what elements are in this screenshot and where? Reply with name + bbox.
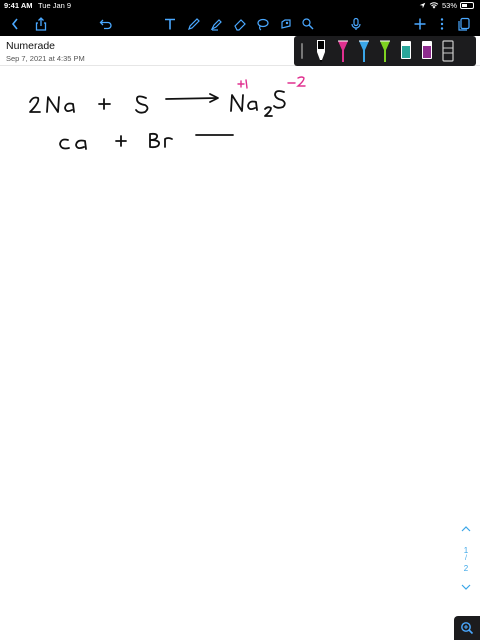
pen-settings-icon[interactable] <box>441 38 455 64</box>
pink-pen-icon[interactable] <box>336 38 350 64</box>
status-date: Tue Jan 9 <box>38 1 72 10</box>
hw-a3 <box>75 139 87 150</box>
toolbar <box>0 12 480 36</box>
hw-S2 <box>273 90 286 109</box>
battery-icon <box>460 2 474 9</box>
status-bar: 9:41 AM Tue Jan 9 53% <box>0 0 480 12</box>
charge-plus-mark <box>237 80 245 88</box>
text-tool-icon[interactable] <box>160 12 180 36</box>
green-pen-icon[interactable] <box>378 38 392 64</box>
hw-2 <box>29 96 41 113</box>
teal-marker-icon[interactable] <box>399 38 413 64</box>
hw-N <box>46 96 60 113</box>
blue-pen-icon[interactable] <box>357 38 371 64</box>
back-chevron-icon[interactable] <box>5 12 25 36</box>
document-title[interactable]: Numerade <box>6 40 55 52</box>
battery-percent: 53% <box>441 1 457 10</box>
highlighter-icon[interactable] <box>207 12 227 36</box>
hw-a2 <box>247 100 258 111</box>
hw-sub-2 <box>264 106 273 117</box>
hw-arrow-1 <box>165 97 218 100</box>
pages-icon[interactable] <box>454 12 474 36</box>
document-date: Sep 7, 2021 at 4:35 PM <box>6 54 85 63</box>
status-time: 9:41 AM <box>4 1 33 10</box>
note-canvas[interactable] <box>0 66 480 640</box>
pen-tray-handle-icon[interactable] <box>300 43 304 59</box>
charge-two-mark <box>296 76 306 87</box>
pen-tool-icon[interactable] <box>184 12 204 36</box>
microphone-icon[interactable] <box>346 12 366 36</box>
image-icon[interactable] <box>276 12 296 36</box>
add-icon[interactable] <box>410 12 430 36</box>
page-up-chevron-icon[interactable] <box>461 526 471 532</box>
hw-plus-2 <box>115 135 127 147</box>
page-separator: / <box>465 555 467 562</box>
lasso-icon[interactable] <box>253 12 273 36</box>
black-pen-icon[interactable] <box>314 38 328 64</box>
location-icon <box>419 2 426 9</box>
current-page-number: 1 <box>463 546 469 555</box>
share-icon[interactable] <box>31 12 51 36</box>
eraser-icon[interactable] <box>230 12 250 36</box>
zoom-icon <box>461 622 474 635</box>
page-down-chevron-icon[interactable] <box>461 584 471 590</box>
purple-marker-icon[interactable] <box>420 38 434 64</box>
hw-N2 <box>230 94 244 112</box>
hw-B <box>149 132 160 149</box>
charge-one-mark <box>245 79 248 89</box>
hw-a <box>64 102 75 113</box>
status-right: 53% <box>419 1 474 10</box>
zoom-button[interactable] <box>454 616 480 640</box>
hw-plus-1 <box>98 98 111 110</box>
undo-icon[interactable] <box>96 12 116 36</box>
more-icon[interactable] <box>432 12 452 36</box>
pen-tray <box>294 36 476 66</box>
page-navigator: 1 / 2 <box>456 520 476 600</box>
hw-S <box>135 95 149 114</box>
handwriting-drawing <box>29 76 306 150</box>
hw-C <box>59 138 70 150</box>
hw-r <box>164 137 173 148</box>
wifi-icon <box>429 2 439 9</box>
shape-icon[interactable] <box>298 12 318 36</box>
total-page-count: 2 <box>463 564 469 573</box>
